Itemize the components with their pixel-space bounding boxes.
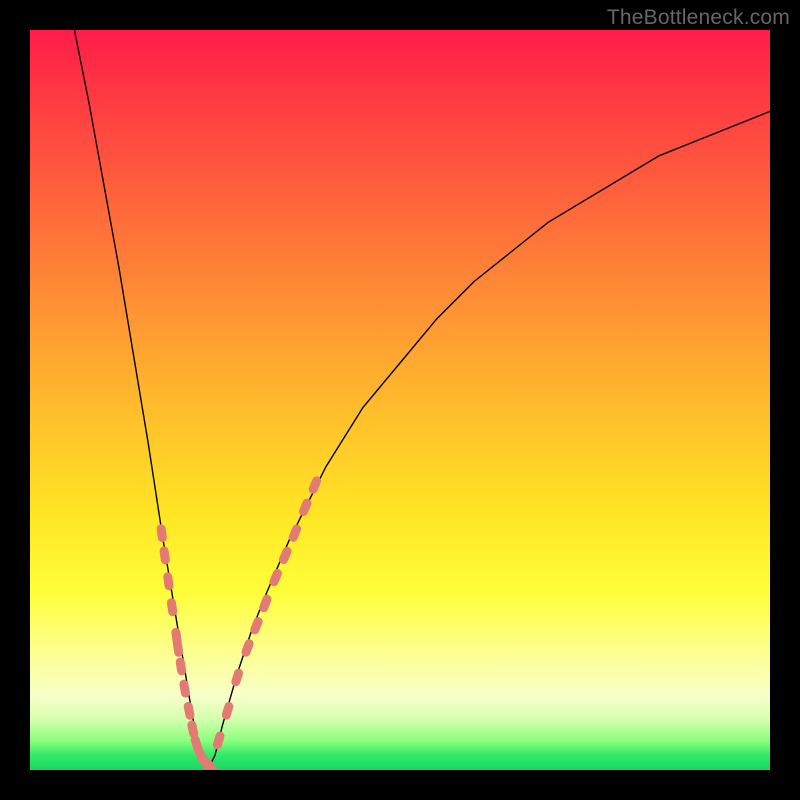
right-beads-group [212, 475, 323, 750]
outer-frame: TheBottleneck.com [0, 0, 800, 800]
plot-area [30, 30, 770, 770]
left-beads-bead [166, 598, 178, 617]
right-beads-bead [212, 730, 226, 750]
chart-svg [30, 30, 770, 770]
right-beads-bead [230, 668, 244, 688]
right-beads-bead [240, 638, 255, 658]
left-beads-bead [183, 701, 195, 720]
left-beads-bead [163, 572, 174, 591]
left-beads-bead [156, 524, 167, 543]
watermark-text: TheBottleneck.com [607, 6, 790, 30]
left-beads-bead [159, 546, 170, 565]
right-beads-bead [298, 497, 313, 517]
left-beads-bead [175, 657, 187, 676]
left-beads-bead [172, 638, 184, 657]
right-beads-bead [221, 701, 235, 721]
left-beads-group [156, 524, 219, 770]
left-beads-bead [179, 679, 191, 698]
